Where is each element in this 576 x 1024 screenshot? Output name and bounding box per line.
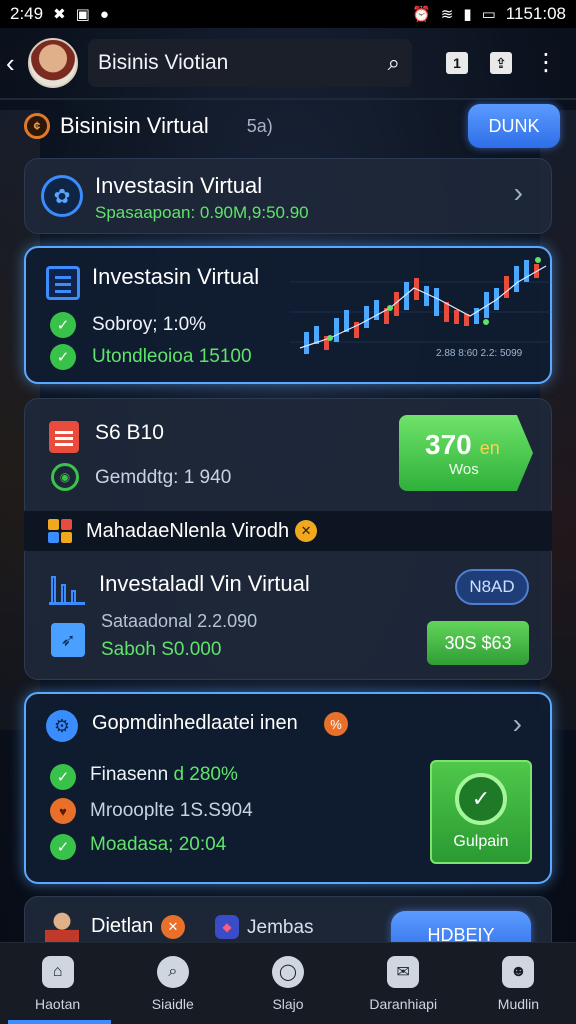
person-icon xyxy=(45,911,79,945)
dunk-button[interactable]: DUNK xyxy=(468,104,560,148)
status-right-time: 1151:08 xyxy=(505,4,566,23)
nav-label: Mudlin xyxy=(497,995,540,1012)
card1-subtitle: Spasaapoan: 0.90M,9:50.90 xyxy=(95,203,309,222)
nav-home[interactable]: ⌂ Haotan xyxy=(0,943,115,1024)
card1-title: Investasin Virtual xyxy=(95,173,263,198)
search-bar[interactable]: Bisinis Viotian ⌕ xyxy=(88,39,412,87)
investment-value: Saboh S0.000 xyxy=(101,639,222,660)
wifi-icon: ≋ xyxy=(440,6,454,23)
notification-icon: ✖ xyxy=(53,6,66,23)
divider xyxy=(0,98,576,100)
investment-sub: Sataadonal 2.2.090 xyxy=(101,611,258,631)
home-icon: ⌂ xyxy=(41,955,74,988)
nav-label: Siaidle xyxy=(151,995,194,1012)
search-icon: ⌕ xyxy=(156,955,189,988)
badge-icon: ✕ xyxy=(161,915,185,939)
gen-label: Gemddtg: 1 940 xyxy=(95,467,232,488)
category-strip[interactable]: MahadaeNlenla Virodh ✕ xyxy=(24,511,552,551)
section-title: Bisinisin Virtual xyxy=(60,113,209,138)
cta-caption: Wos xyxy=(449,460,479,478)
card2-line1: Sobroy; 1:0% xyxy=(92,314,207,335)
header-title: Bisinis Viotian xyxy=(98,51,229,74)
chevron-right-icon[interactable]: › xyxy=(514,177,523,209)
alarm-icon: ⏰ xyxy=(412,6,431,23)
shield-icon: ◯ xyxy=(272,955,304,988)
check-icon: ✓ xyxy=(50,344,76,370)
card2-line2: Utondleoioa 15100 xyxy=(92,346,252,367)
nav-label: Daranhiapi xyxy=(369,995,438,1012)
card4-row1: Finasenn d 280% xyxy=(90,764,238,785)
app-icon: ▣ xyxy=(75,6,90,23)
candles xyxy=(304,260,539,354)
chat-icon: ● xyxy=(99,5,109,23)
search-icon[interactable]: ⌕ xyxy=(388,50,400,76)
card4-row3: Moadasa; 20:04 xyxy=(90,834,227,855)
info-badge-icon: % xyxy=(324,712,348,736)
nav-messages[interactable]: ✉ Daranhiapi xyxy=(346,943,461,1024)
card2-title: Investasin Virtual xyxy=(92,264,260,289)
amount-label: S6 B10 xyxy=(95,421,164,444)
investment-chart-card[interactable]: Investasin Virtual ✓ Sobroy; 1:0% ✓ Uton… xyxy=(24,246,552,384)
cta-value: 370 en xyxy=(425,428,500,460)
section-header: ¢ Bisinisin Virtual 5a) DUNK xyxy=(24,104,560,148)
check-icon: ✓ xyxy=(50,312,76,338)
document-icon xyxy=(46,266,80,300)
balance-card: S6 B10 ◉ Gemddtg: 1 940 370 en Wos Mahada… xyxy=(24,398,552,680)
nav-label: Haotan xyxy=(35,995,81,1012)
message-icon: ✉ xyxy=(387,955,420,988)
calendar-icon xyxy=(49,421,79,453)
chart-caption: 2.88 8:60 2.2: 5099 xyxy=(436,348,523,359)
go-button-label: Gulpain xyxy=(453,833,509,850)
nav-search[interactable]: ⌕ Siaidle xyxy=(115,943,230,1024)
section-subtitle: 5a) xyxy=(246,115,273,136)
nav-label: Slajo xyxy=(272,995,304,1012)
bar-chart-icon xyxy=(49,571,85,605)
card4-title: Gopmdinhedlaatei inen xyxy=(92,712,298,734)
back-icon[interactable]: ‹ xyxy=(6,48,26,79)
investment-title: Investaladl Vin Virtual xyxy=(99,571,310,596)
status-bar: 2:49 ✖ ▣ ● ⏰ ≋ ▮ ▭ 1151:08 xyxy=(0,0,576,28)
card4-row2: Mroooplte 1S.S904 xyxy=(90,800,253,821)
heart-icon: ♥ xyxy=(50,798,76,824)
goals-card[interactable]: ⚙ Gopmdinhedlaatei inen % › ✓ Finasenn d… xyxy=(24,692,552,884)
card5-second: Jembas xyxy=(247,917,314,938)
tag-icon: ◆ xyxy=(215,915,239,939)
clock-check-icon: ✓ xyxy=(455,773,507,825)
go-button[interactable]: ✓ Gulpain xyxy=(430,760,532,864)
check-icon: ✓ xyxy=(50,764,76,790)
cta-arrow-button[interactable]: 370 en Wos xyxy=(399,415,533,491)
card5-title: Dietlan xyxy=(91,915,154,937)
nav-profile[interactable]: ☻ Mudlin xyxy=(461,943,576,1024)
avatar[interactable] xyxy=(28,38,78,88)
chevron-right-icon[interactable]: › xyxy=(513,708,522,740)
status-badge[interactable]: N8AD xyxy=(455,569,529,605)
status-time: 2:49 xyxy=(10,4,44,23)
send-icon: ➶ xyxy=(51,623,85,657)
signal-icon: ▮ xyxy=(463,6,472,23)
profile-icon: ☻ xyxy=(502,955,535,988)
price-button[interactable]: 30S $63 xyxy=(427,621,529,665)
check-icon: ✓ xyxy=(50,834,76,860)
investment-summary-card[interactable]: ✿ Investasin Virtual Spasaapoan: 0.90M,9… xyxy=(24,158,552,234)
grid-icon xyxy=(48,519,72,543)
badge-icon: ✕ xyxy=(295,520,318,542)
nav-shield[interactable]: ◯ Slajo xyxy=(230,943,345,1024)
target-icon: ◉ xyxy=(51,463,79,491)
app-bar: ‹ Bisinis Viotian ⌕ 1 ⇪ ⋮ xyxy=(0,30,576,96)
battery-icon: ▭ xyxy=(481,6,496,23)
gear-badge-icon: ✿ xyxy=(41,175,83,217)
gear-icon: ⚙ xyxy=(46,710,78,742)
page-icon[interactable]: 1 xyxy=(446,52,468,74)
bottom-nav: ⌂ Haotan ⌕ Siaidle ◯ Slajo ✉ Daranhiapi … xyxy=(0,942,576,1024)
share-icon[interactable]: ⇪ xyxy=(490,52,512,74)
strip-title: MahadaeNlenla Virodh xyxy=(86,519,290,542)
coin-icon: ¢ xyxy=(24,113,50,139)
more-icon[interactable]: ⋮ xyxy=(534,51,558,75)
